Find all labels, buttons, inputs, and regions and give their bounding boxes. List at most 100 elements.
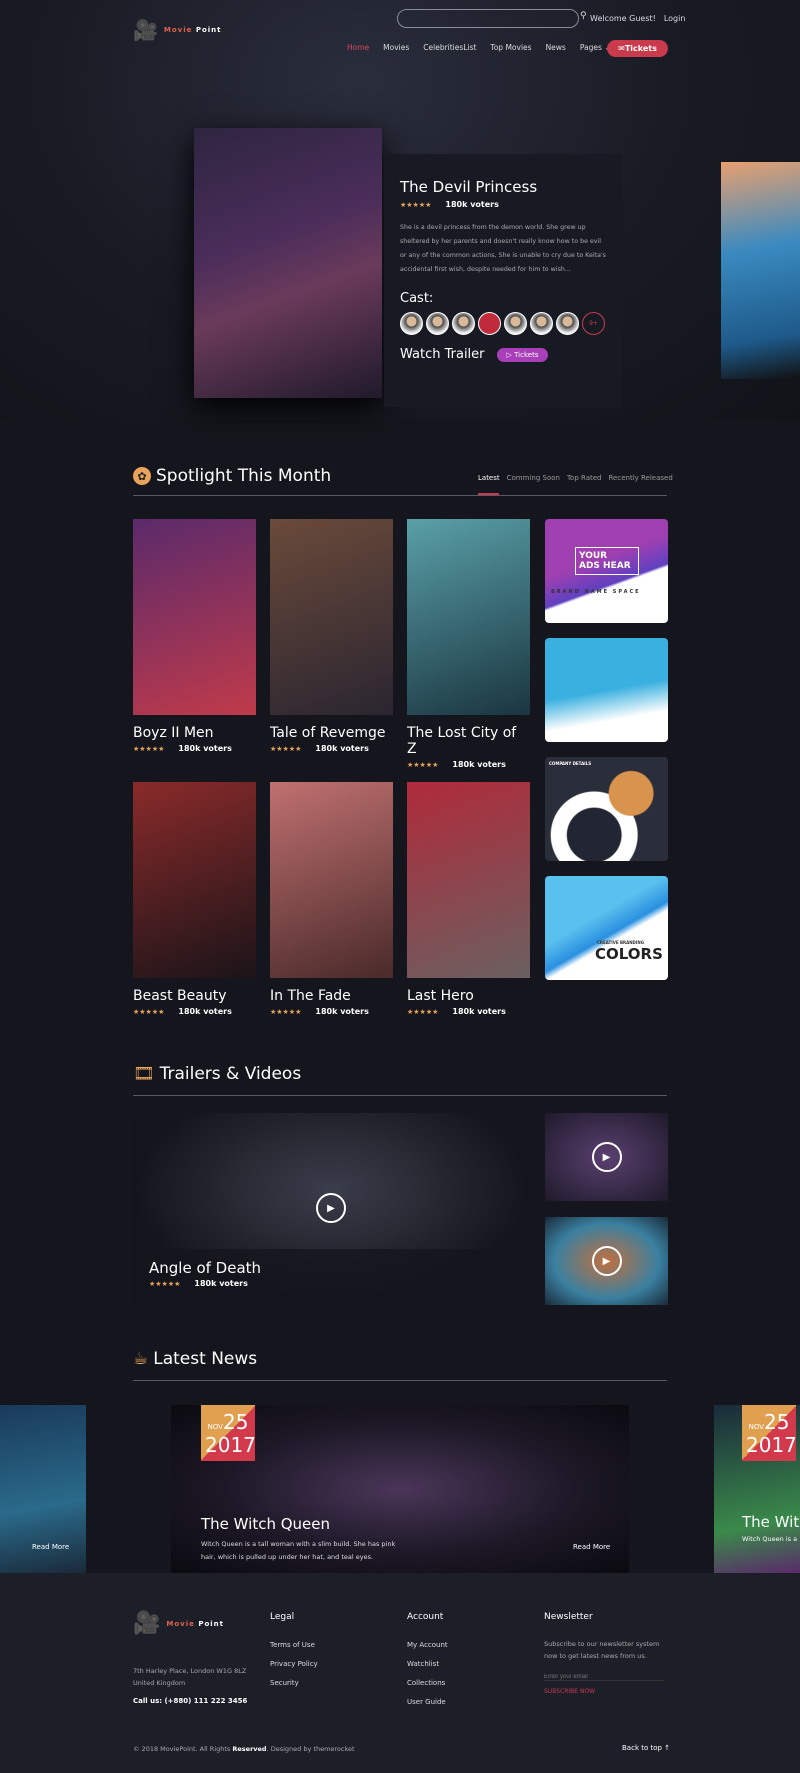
movie-title[interactable]: The Lost City of Z <box>407 725 530 757</box>
movie-card[interactable]: Boyz II Men ★★★★★ 180k voters <box>133 519 256 753</box>
tab-top-rated[interactable]: Top Rated <box>567 474 602 482</box>
ad-banner[interactable]: YOUR ADS HEAR BRAND NAME SPACE <box>545 519 668 623</box>
movie-poster[interactable] <box>270 519 393 715</box>
footer-logo[interactable]: 🎥 Movie Point <box>133 1611 224 1636</box>
play-icon[interactable]: ▶ <box>316 1193 346 1223</box>
movie-card[interactable]: The Lost City of Z ★★★★★ 180k voters <box>407 519 530 769</box>
movie-title[interactable]: Beast Beauty <box>133 988 256 1004</box>
rating-stars: ★★★★★ <box>133 1007 165 1016</box>
camera-icon: 🎥 <box>133 18 158 42</box>
brand-part-a: Movie <box>163 26 193 34</box>
nav-movies[interactable]: Movies <box>383 43 409 52</box>
news-card[interactable]: NOV25 2017 The Witch Queen Witch Queen is… <box>171 1405 629 1573</box>
nav-celebrities[interactable]: CelebritiesList <box>423 43 476 52</box>
news-prev-slide[interactable]: Read More <box>0 1405 86 1573</box>
watch-trailer[interactable]: Watch Trailer <box>400 347 485 362</box>
spotlight-tabs: Latest Comming Soon Top Rated Recently R… <box>478 474 673 482</box>
news-item-title: The Witc <box>742 1513 800 1531</box>
phone: Call us: (+880) 111 222 3456 <box>133 1697 248 1705</box>
back-to-top-link[interactable]: Back to top ↑ <box>622 1744 670 1752</box>
next-slide-poster[interactable] <box>721 162 800 379</box>
date-year: 2017 <box>746 1433 797 1457</box>
copyright: © 2018 MoviePoint. All Rights <box>133 1745 233 1753</box>
copyright-bold: Reserved <box>232 1745 267 1753</box>
movie-card[interactable]: Last Hero ★★★★★ 180k voters <box>407 782 530 1016</box>
terms-link[interactable]: Terms of Use <box>270 1641 318 1649</box>
voters: 180k voters <box>178 744 232 753</box>
copyright-credit: . Designed by themerocket <box>266 1745 355 1753</box>
divider <box>133 495 667 496</box>
date-year: 2017 <box>205 1433 256 1457</box>
ad-banner[interactable] <box>545 638 668 742</box>
read-more-link[interactable]: Read More <box>32 1543 69 1551</box>
movie-card[interactable]: Tale of Revemge ★★★★★ 180k voters <box>270 519 393 753</box>
hero-poster[interactable] <box>194 128 382 398</box>
date-month: NOV <box>748 1423 764 1431</box>
news-next-slide[interactable]: NOV252017 The Witc Witch Queen is a <box>714 1405 800 1573</box>
movie-title[interactable]: In The Fade <box>270 988 393 1004</box>
read-more-link[interactable]: Read More <box>573 1543 610 1551</box>
logo[interactable]: 🎥 Movie Point <box>133 18 222 42</box>
movie-poster[interactable] <box>270 782 393 978</box>
camera-icon: 🎥 <box>133 1611 161 1636</box>
divider <box>133 1380 667 1381</box>
newsletter-email-input[interactable] <box>544 1674 664 1681</box>
movie-card[interactable]: In The Fade ★★★★★ 180k voters <box>270 782 393 1016</box>
user-guide-link[interactable]: User Guide <box>407 1698 448 1706</box>
tab-coming-soon[interactable]: Comming Soon <box>507 474 560 482</box>
my-account-link[interactable]: My Account <box>407 1641 448 1649</box>
movie-title[interactable]: Last Hero <box>407 988 530 1004</box>
movie-poster[interactable] <box>407 782 530 978</box>
ad-banner[interactable]: CREATIVE BRANDING COLORS <box>545 876 668 980</box>
cast-avatar[interactable] <box>530 312 553 335</box>
nav-news[interactable]: News <box>546 43 566 52</box>
tab-recently-released[interactable]: Recently Released <box>609 474 673 482</box>
cast-avatar[interactable] <box>504 312 527 335</box>
main-trailer[interactable]: ▶ Angle of Death ★★★★★ 180k voters <box>133 1113 530 1305</box>
cast-avatar[interactable] <box>426 312 449 335</box>
search-input[interactable] <box>397 9 579 28</box>
security-link[interactable]: Security <box>270 1679 318 1687</box>
tab-latest[interactable]: Latest <box>478 474 500 482</box>
cast-avatar[interactable] <box>452 312 475 335</box>
tickets-button[interactable]: ✉ Tickets <box>607 40 668 57</box>
date-badge: NOV25 2017 <box>742 1405 797 1461</box>
privacy-link[interactable]: Privacy Policy <box>270 1660 318 1668</box>
ad-banner[interactable]: COMPANY DETAILS <box>545 757 668 861</box>
movie-poster[interactable] <box>407 519 530 715</box>
hero-tickets-button[interactable]: ▷ Tickets <box>496 347 549 362</box>
play-icon[interactable]: ▶ <box>591 1142 622 1172</box>
trailer-thumb[interactable]: ▶ <box>545 1113 668 1201</box>
ad-subtext: COMPANY DETAILS <box>549 761 592 766</box>
ad-text: YOUR <box>579 551 608 561</box>
subscribe-button[interactable]: SUBSCRIBE NOW <box>544 1688 669 1695</box>
movie-title[interactable]: Boyz II Men <box>133 725 256 741</box>
watchlist-link[interactable]: Watchlist <box>407 1660 448 1668</box>
login-link[interactable]: Login <box>664 14 686 23</box>
hero-description: She is a devil princess from the demon w… <box>400 224 606 273</box>
account-heading: Account <box>407 1612 444 1622</box>
trailer-thumb[interactable]: ▶ <box>545 1217 668 1305</box>
date-day: 25 <box>763 1410 790 1434</box>
main-nav: Home Movies CelebritiesList Top Movies N… <box>347 43 611 52</box>
cast-more[interactable]: 9+ <box>582 312 605 335</box>
search-icon[interactable]: ⚲ <box>580 11 587 21</box>
news-title: Latest News <box>153 1349 258 1369</box>
nav-pages[interactable]: Pages ⌄ <box>580 43 611 52</box>
cast-avatar[interactable] <box>400 312 423 335</box>
movie-card[interactable]: Beast Beauty ★★★★★ 180k voters <box>133 782 256 1016</box>
trailer-title: Angle of Death <box>149 1259 262 1277</box>
collections-link[interactable]: Collections <box>407 1679 448 1687</box>
news-item-text: Witch Queen is a <box>742 1535 798 1543</box>
brand-part-b: Point <box>198 1619 225 1628</box>
play-icon[interactable]: ▶ <box>591 1246 622 1276</box>
movie-title[interactable]: Tale of Revemge <box>270 725 393 741</box>
movie-poster[interactable] <box>133 782 256 978</box>
cast-avatar[interactable] <box>556 312 579 335</box>
nav-top-movies[interactable]: Top Movies <box>490 43 531 52</box>
spotlight-title: Spotlight This Month <box>156 466 332 486</box>
voters: 180k voters <box>178 1007 232 1016</box>
movie-poster[interactable] <box>133 519 256 715</box>
nav-home[interactable]: Home <box>347 43 369 52</box>
cast-avatar[interactable] <box>478 312 501 335</box>
